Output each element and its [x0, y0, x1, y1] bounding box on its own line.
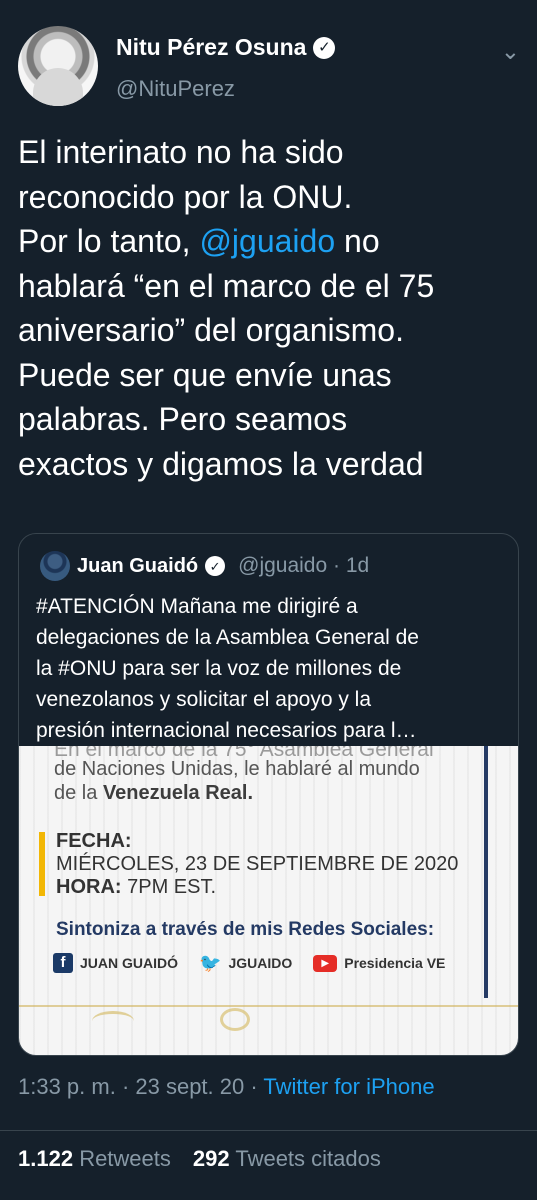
- twitter-icon: 🐦: [199, 953, 222, 973]
- poster-facebook-link: f JUAN GUAIDÓ: [53, 953, 178, 973]
- poster-divider-line: [19, 1005, 518, 1007]
- quoted-text-line: #ATENCIÓN Mañana me dirigiré a: [36, 595, 358, 618]
- tweet-text-line: El interinato no ha sido: [18, 134, 344, 170]
- author-avatar[interactable]: [18, 26, 98, 106]
- tweet-text-line: exactos y digamos la verdad: [18, 445, 424, 482]
- facebook-icon: f: [53, 953, 73, 973]
- poster-intro-line: de Naciones Unidas, le hablaré al mundo: [54, 758, 420, 780]
- twitter-label: JGUAIDO: [228, 955, 293, 971]
- quote-tweets-count: 292: [192, 1146, 230, 1171]
- quoted-tweet-card[interactable]: Juan Guaidó ✓ @jguaido · 1d #ATENCIÓN Ma…: [18, 533, 519, 1056]
- poster-divider-line: [484, 746, 488, 998]
- retweets-count: 1.122: [18, 1146, 74, 1171]
- youtube-icon: ▶: [313, 954, 338, 972]
- tweet-metadata: 1:33 p. m. · 23 sept. 20 · Twitter for i…: [18, 1074, 435, 1100]
- poster-intro-line: de la Venezuela Real.: [54, 782, 253, 805]
- retweets-label: Retweets: [79, 1146, 171, 1171]
- poster-time: 7PM EST.: [121, 876, 217, 898]
- quoted-author-name: Juan Guaidó: [77, 554, 199, 577]
- poster-social-prompt: Sintoniza a través de mis Redes Sociales…: [56, 919, 435, 940]
- author-name-row[interactable]: Nitu Pérez Osuna ✓: [116, 34, 336, 61]
- chevron-down-icon[interactable]: ⌄: [501, 40, 520, 63]
- tweet-text-line: Por lo tanto, @jguaido no: [18, 219, 523, 264]
- tweet-text-line: palabras. Pero seamos: [18, 401, 348, 437]
- tweet-source-link[interactable]: Twitter for iPhone: [263, 1074, 434, 1099]
- tweet-header: Nitu Pérez Osuna ✓ @NituPerez ⌄: [18, 20, 523, 110]
- poster-social-links: f JUAN GUAIDÓ 🐦 JGUAIDO ▶ Presidencia VE: [53, 953, 445, 973]
- poster-date: MIÉRCOLES, 23 DE SEPTIEMBRE DE 2020: [56, 853, 459, 875]
- verified-icon: ✓: [313, 36, 336, 59]
- tweet-text-line: Puede ser que envíe unas: [18, 356, 392, 393]
- tweet-text: El interinato no ha sido reconocido por …: [18, 130, 523, 486]
- poster-time-label: HORA:: [56, 876, 122, 898]
- youtube-label: Presidencia VE: [344, 955, 446, 971]
- facebook-label: JUAN GUAIDÓ: [80, 955, 179, 971]
- quoted-tweet-image[interactable]: En el marco de la 75° Asamblea General d…: [19, 746, 518, 1055]
- author-display-name[interactable]: Nitu Pérez Osuna: [116, 34, 306, 61]
- poster-seal-icon: [92, 1011, 134, 1031]
- tweet-text-segment: no: [335, 223, 380, 259]
- poster-twitter-link: 🐦 JGUAIDO: [199, 954, 292, 972]
- quoted-text-line: presión internacional necesarios para l…: [36, 719, 417, 742]
- quoted-text-line: la #ONU para ser la voz de millones de: [36, 657, 402, 680]
- quoted-tweet-text: #ATENCIÓN Mañana me dirigiré a delegacio…: [36, 591, 504, 746]
- poster-youtube-link: ▶ Presidencia VE: [313, 954, 446, 972]
- mention-link[interactable]: @jguaido: [199, 223, 335, 259]
- poster-seal-icon: [220, 1008, 250, 1031]
- poster-date-label: FECHA:: [56, 830, 132, 852]
- quoted-author-avatar: [40, 551, 70, 581]
- tweet-stats: 1.122 Retweets 292 Tweets citados: [18, 1146, 381, 1172]
- quoted-author-handle-time: @jguaido · 1d: [238, 554, 370, 577]
- quote-tweets-label: Tweets citados: [235, 1146, 381, 1171]
- tweet-text-line: hablará “en el marco de el 75: [18, 267, 435, 304]
- poster-time-line: HORA: 7PM EST.: [56, 876, 216, 899]
- author-handle[interactable]: @NituPerez: [116, 76, 235, 102]
- retweets-stat[interactable]: 1.122 Retweets: [18, 1146, 171, 1172]
- tweet-timestamp[interactable]: 1:33 p. m. · 23 sept. 20 ·: [18, 1074, 263, 1099]
- tweet-text-line: aniversario” del organismo.: [18, 312, 404, 348]
- verified-icon: ✓: [205, 556, 226, 576]
- quote-tweets-stat[interactable]: 292 Tweets citados: [193, 1146, 381, 1172]
- tweet-text-line: reconocido por la ONU.: [18, 178, 353, 215]
- quoted-text-line: delegaciones de la Asamblea General de: [36, 626, 419, 649]
- poster-text-segment: de la: [54, 782, 103, 804]
- metadata-divider: [0, 1130, 537, 1131]
- tweet-text-segment: Por lo tanto,: [18, 223, 200, 259]
- poster-accent-bar: [39, 832, 45, 896]
- quoted-tweet-header: Juan Guaidó ✓ @jguaido · 1d: [40, 550, 369, 582]
- poster-bold-segment: Venezuela Real.: [102, 782, 254, 804]
- quoted-text-line: venezolanos y solicitar el apoyo y la: [36, 688, 372, 711]
